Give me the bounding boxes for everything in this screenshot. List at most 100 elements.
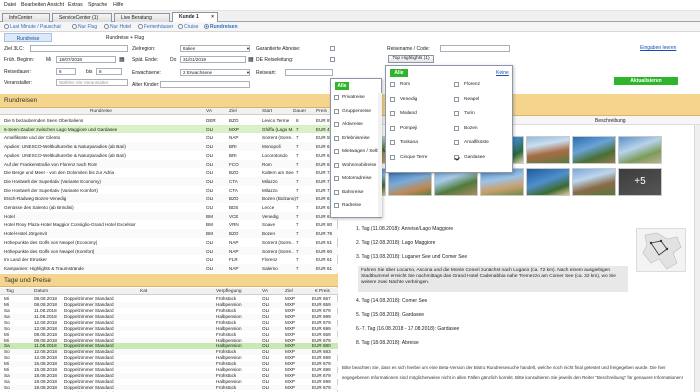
checkbox-icon[interactable] [334,135,339,141]
highlight-option[interactable]: Mailand [390,110,450,119]
reiseart-option[interactable]: Motorradreise [333,175,377,184]
radio-last-minute[interactable]: Last Minute / Pauschal [4,24,61,30]
table-row[interactable]: Die Berge und Meer - von den Dolomiten b… [0,168,338,177]
col-va[interactable]: VA [206,109,212,114]
col-preis[interactable]: Preis [316,109,327,114]
col-start[interactable]: Start [262,109,272,114]
checkbox-icon[interactable] [390,140,395,145]
checkbox-icon[interactable] [334,176,339,181]
reiseart-option[interactable]: Privatreise [333,94,377,103]
highlight-option[interactable]: Gardasee [454,154,514,163]
reiseart-alle-button[interactable]: Alle [335,82,349,90]
ziel-3lc-input[interactable] [30,45,128,52]
radio-rundreisen[interactable]: Rundreisen [204,24,238,30]
reisedauer-from-input[interactable]: 6 [56,68,76,75]
reisedauer-to-input[interactable]: 8 [96,68,122,75]
reisename-input[interactable] [440,45,510,52]
checkbox-icon[interactable] [454,140,459,145]
photo-6[interactable] [572,136,616,164]
col-dauer[interactable]: Dauer [293,109,306,114]
more-photos-tile[interactable]: +5 [618,168,662,196]
checkbox-icon[interactable] [334,108,339,114]
zielregion-select[interactable]: Italien [180,45,250,52]
eingaben-leeren-link[interactable]: Eingaben leeren [640,45,676,51]
col-datum[interactable]: Datum [34,289,48,294]
calendar-icon[interactable]: ▦ [248,56,254,63]
table-row[interactable]: Die 5 bezaubernden Seen Oberitaliens DER B… [0,116,338,125]
radio-cruise[interactable]: Cruise [178,24,198,30]
reiseart-option[interactable]: Gruppenreise [333,108,377,117]
photo-5[interactable] [526,136,570,164]
menu-ansicht[interactable]: Ansicht [47,2,64,8]
checkbox-icon[interactable] [454,125,459,131]
subtab-rundreise[interactable]: Rundreise [4,33,52,42]
highlight-option[interactable]: Amalfiküste [454,139,514,148]
menu-extras[interactable]: Extras [68,2,83,8]
highlight-option[interactable]: Cinque Terre [390,154,450,163]
de-reiseleitung-checkbox[interactable] [330,57,335,62]
photo-7[interactable] [618,136,662,164]
menu-bearbeiten[interactable]: Bearbeiten [21,2,46,8]
menu-datei[interactable]: Datei [4,2,16,8]
radio-nur-hotel[interactable]: Nur Hotel [104,24,131,30]
table-row[interactable]: Kampanien: Highlights & Traumstrände OLI N… [0,263,338,273]
checkbox-icon[interactable] [390,82,395,87]
reiseart-select[interactable] [285,69,333,76]
highlights-keine-link[interactable]: Keine [496,70,509,76]
table-row[interactable]: Hotel Roxy Plaza-Hotel Maggior Consiglio… [0,220,338,229]
highlight-option[interactable]: Toskana [390,139,450,148]
table-row[interactable]: Höhepunkte des Golfs von Neapel (Komfort… [0,246,338,256]
highlight-option[interactable]: Florenz [454,81,514,90]
highlight-option[interactable]: Turin [454,110,514,119]
spaet-ende-input[interactable]: 31/01/2019 [180,56,246,63]
col-ziel[interactable]: Ziel [229,109,237,114]
checkbox-icon[interactable] [454,82,459,87]
subtab-rundreise-flug[interactable]: Rundreise + Flug [90,33,160,42]
col-preis[interactable]: € Preis [315,289,330,294]
checkbox-icon[interactable] [334,203,339,208]
checkbox-icon[interactable] [390,111,395,116]
route-map[interactable] [636,228,686,272]
alter-kinder-input[interactable] [160,81,250,88]
checkbox-icon[interactable] [390,125,395,131]
table-row[interactable]: Amalfiküste und der Cilento OLI NAP Sorrent… [0,133,338,142]
details-scrollbar[interactable] [694,125,700,392]
tab-servicecenter[interactable]: ServiceCenter (1) [52,13,112,22]
highlight-option[interactable]: Bozen [454,125,514,134]
garantierte-abreise-checkbox[interactable] [330,46,335,51]
col-kat[interactable]: Kat [140,289,147,294]
reiseart-option[interactable]: Radreise [333,202,377,211]
table-row[interactable]: Etsch-Radweg Bozen-Venedig OLI BZO Bozen (B… [0,194,338,203]
table-row[interactable]: Hotel-Hotel Jörgenvit BM BZO Bozen 7 EUR 79 [0,229,338,238]
table-row[interactable]: Apulien: UNESCO-Weltkulturerbe & Naturpa… [0,142,338,151]
col-va[interactable]: VA [262,289,268,294]
table-row[interactable]: 6-Seen-Zauber zwischen Lago Maggiore und… [0,124,338,134]
tab-live-beratung[interactable]: Live Beratung [114,13,170,22]
frueh-beginn-input[interactable]: 18/07/2018 [56,56,116,63]
highlight-option[interactable]: Venedig [390,96,450,105]
table-row[interactable]: Die Hostwelt der Superlativ (Variante Ec… [0,176,338,186]
menu-sprache[interactable]: Sprache [88,2,107,8]
table-row[interactable]: Apulien: UNESCO-Weltkulturerbe & Naturpa… [0,151,338,160]
tab-beschreibung[interactable]: Beschreibung [595,118,626,124]
checkbox-icon[interactable] [334,149,339,154]
highlight-option[interactable]: Pompeji [390,125,450,134]
checkbox-icon[interactable] [454,154,459,160]
checkbox-icon[interactable] [390,96,395,102]
reiseart-option[interactable]: Mietwagen / Selbstfahrer [333,148,395,157]
checkbox-icon[interactable] [334,189,339,195]
table-row[interactable]: Auf der Frankenstraße von Florenz nach R… [0,159,338,169]
table-row[interactable]: Die Hostwelt der Superlativ (Variante Ko… [0,186,338,195]
highlight-option[interactable]: Neapel [454,96,514,105]
veranstalter-input[interactable]: Wählen Sie Veranstalter [56,79,128,86]
checkbox-icon[interactable] [334,95,339,100]
reiseart-option[interactable]: Aktivreise [333,121,377,130]
table-row[interactable]: Genüsse des Salento (ab Brindisi) OLI BDS L… [0,203,338,212]
reiseart-option[interactable]: Erlebnisreise [333,135,377,144]
photo-13[interactable] [572,168,616,196]
aktualisieren-button[interactable]: Aktualisieren [614,77,678,85]
tab-kunde-1[interactable]: Kunde 1 × [172,12,218,22]
col-rundreise[interactable]: Rundreise [90,109,112,114]
erwachsene-select[interactable]: 2 Erwachsene [180,69,250,76]
table-row[interactable]: Im Land der Etrusker OLI FLR Florenz 7 EUR 61 [0,255,338,264]
